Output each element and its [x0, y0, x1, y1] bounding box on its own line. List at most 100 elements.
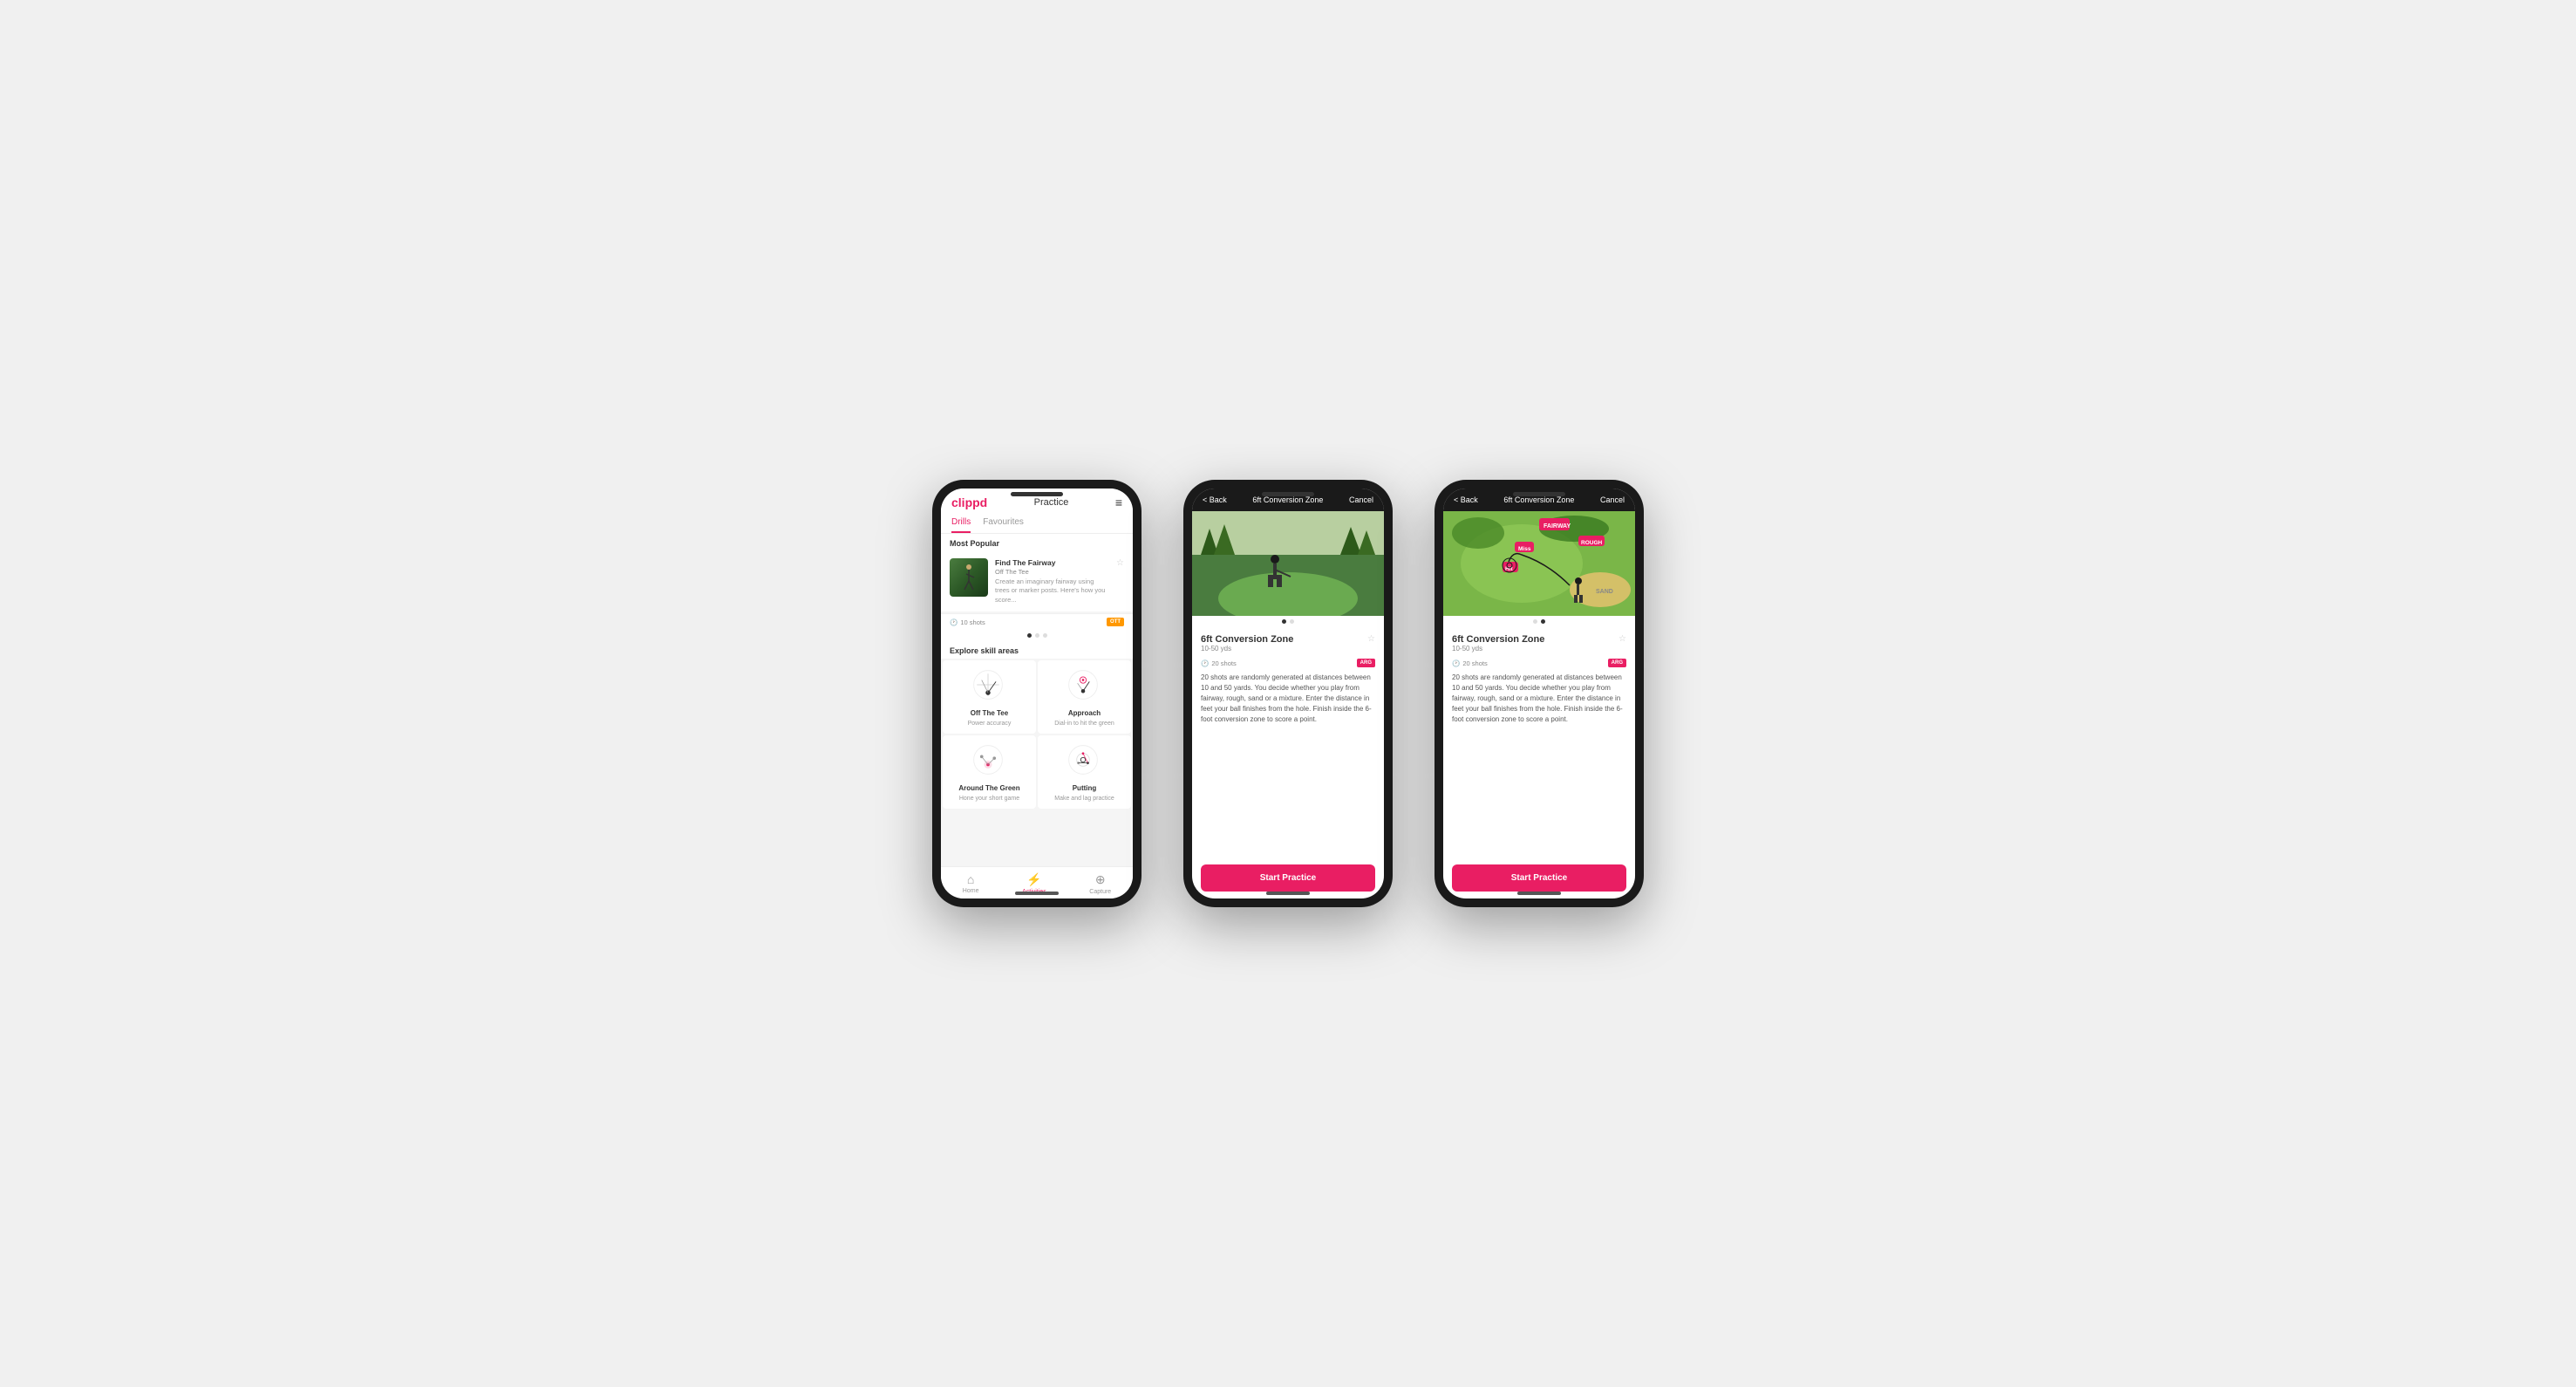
skill-icon-atg: [971, 742, 1009, 781]
skill-card-approach[interactable]: Approach Dial-in to hit the green: [1038, 660, 1131, 734]
skill-name-putting: Putting: [1073, 784, 1097, 792]
app-header: clippd Practice ≡: [941, 489, 1133, 513]
header-title: Practice: [1034, 497, 1069, 508]
nav-home-label: Home: [963, 888, 979, 894]
img-dot-2-3: [1541, 619, 1545, 624]
nav-activities[interactable]: ⚡ Activities: [1022, 872, 1046, 895]
skill-card-atg[interactable]: Around The Green Hone your short game: [943, 735, 1036, 809]
drill-name: Find The Fairway: [995, 558, 1109, 568]
image-dots-2: [1192, 616, 1384, 627]
skill-card-ott[interactable]: Off The Tee Power accuracy: [943, 660, 1036, 734]
skill-desc-putting: Make and lag practice: [1054, 796, 1114, 802]
detail-drill-range: 10-50 yds: [1201, 645, 1293, 653]
shots-count: 🕐 10 shots: [950, 618, 985, 626]
dot-3: [1043, 633, 1047, 638]
app-logo: clippd: [951, 495, 987, 509]
explore-label: Explore skill areas: [941, 641, 1133, 659]
drill-desc: Create an imaginary fairway using trees …: [995, 577, 1109, 605]
detail-header-3: < Back 6ft Conversion Zone Cancel: [1443, 489, 1635, 511]
detail-fav-icon[interactable]: ☆: [1367, 634, 1375, 644]
favourite-icon[interactable]: ☆: [1116, 558, 1124, 568]
svg-text:FAIRWAY: FAIRWAY: [1544, 523, 1571, 530]
drill-info: Find The Fairway Off The Tee Create an i…: [995, 558, 1109, 605]
detail-meta-row: 🕐 20 shots ARG: [1201, 659, 1375, 667]
skill-icon-putting: [1066, 742, 1104, 781]
detail-desc-2: 20 shots are randomly generated at dista…: [1201, 673, 1375, 725]
image-dots-3: [1443, 616, 1635, 627]
detail-title-3: 6ft Conversion Zone: [1503, 495, 1574, 504]
nav-home[interactable]: ⌂ Home: [963, 872, 979, 895]
drill-detail-3: 6ft Conversion Zone 10-50 yds ☆ 🕐 20 sho…: [1443, 627, 1635, 857]
arg-badge-2: ARG: [1357, 659, 1375, 667]
start-practice-button-3[interactable]: Start Practice: [1452, 864, 1626, 892]
phone-3-screen: < Back 6ft Conversion Zone Cancel SAND: [1443, 489, 1635, 898]
dot-2: [1035, 633, 1039, 638]
skill-name-approach: Approach: [1068, 709, 1101, 717]
cancel-button-3[interactable]: Cancel: [1600, 495, 1625, 504]
most-popular-label: Most Popular: [941, 534, 1133, 551]
golf-map-svg: SAND FAIRWAY ROUGH Miss Hit: [1443, 511, 1635, 616]
back-button-2[interactable]: < Back: [1203, 495, 1227, 504]
nav-activities-label: Activities: [1022, 889, 1046, 895]
detail-header-row: 6ft Conversion Zone 10-50 yds ☆: [1201, 634, 1375, 656]
menu-icon[interactable]: ≡: [1115, 495, 1122, 509]
detail-header-row-3: 6ft Conversion Zone 10-50 yds ☆: [1452, 634, 1626, 656]
skill-name-ott: Off The Tee: [971, 709, 1008, 717]
carousel-dots: [941, 630, 1133, 641]
detail-shots: 🕐 20 shots: [1201, 659, 1237, 667]
svg-text:Miss: Miss: [1518, 546, 1531, 552]
tab-favourites[interactable]: Favourites: [983, 513, 1024, 533]
nav-capture-label: Capture: [1089, 889, 1111, 895]
dot-1: [1027, 633, 1032, 638]
phone-2: < Back 6ft Conversion Zone Cancel: [1183, 480, 1393, 907]
clock-icon-2: 🕐: [1201, 659, 1209, 667]
clock-icon: 🕐: [950, 618, 957, 626]
phone-1: clippd Practice ≡ Drills Favourites Most…: [932, 480, 1141, 907]
featured-drill-card[interactable]: Find The Fairway Off The Tee Create an i…: [941, 551, 1133, 612]
drill-photo: [1192, 511, 1384, 616]
detail-shots-3: 🕐 20 shots: [1452, 659, 1488, 667]
detail-title-2: 6ft Conversion Zone: [1252, 495, 1323, 504]
bottom-nav: ⌂ Home ⚡ Activities ⊕ Capture: [941, 866, 1133, 898]
detail-header-2: < Back 6ft Conversion Zone Cancel: [1192, 489, 1384, 511]
capture-icon: ⊕: [1095, 872, 1106, 887]
start-practice-button-2[interactable]: Start Practice: [1201, 864, 1375, 892]
cancel-button-2[interactable]: Cancel: [1349, 495, 1373, 504]
drill-detail-2: 6ft Conversion Zone 10-50 yds ☆ 🕐 20 sho…: [1192, 627, 1384, 857]
drill-sub: Off The Tee: [995, 568, 1109, 577]
phone-1-screen: clippd Practice ≡ Drills Favourites Most…: [941, 489, 1133, 898]
detail-meta-row-3: 🕐 20 shots ARG: [1452, 659, 1626, 667]
skill-card-putting[interactable]: Putting Make and lag practice: [1038, 735, 1131, 809]
phone-2-screen: < Back 6ft Conversion Zone Cancel: [1192, 489, 1384, 898]
skill-desc-approach: Dial-in to hit the green: [1054, 721, 1114, 727]
skill-desc-atg: Hone your short game: [959, 796, 1019, 802]
drill-thumb-image: [950, 558, 988, 597]
content-area: Most Popular: [941, 534, 1133, 866]
svg-text:ROUGH: ROUGH: [1581, 540, 1603, 546]
skill-name-atg: Around The Green: [958, 784, 1019, 792]
detail-desc-3: 20 shots are randomly generated at dista…: [1452, 673, 1626, 725]
golfer-icon: [960, 564, 978, 591]
detail-drill-name: 6ft Conversion Zone: [1201, 634, 1293, 645]
back-button-3[interactable]: < Back: [1454, 495, 1478, 504]
skill-icon-ott: [971, 667, 1009, 706]
tabs-bar: Drills Favourites: [941, 513, 1133, 534]
svg-text:SAND: SAND: [1596, 589, 1613, 595]
img-dot-2-2: [1290, 619, 1294, 624]
drill-thumbnail: [950, 558, 988, 597]
ott-badge: OTT: [1107, 618, 1124, 626]
skill-icon-approach: [1066, 667, 1104, 706]
skill-grid: Off The Tee Power accuracy: [941, 659, 1133, 810]
nav-capture[interactable]: ⊕ Capture: [1089, 872, 1111, 895]
phone-3: < Back 6ft Conversion Zone Cancel SAND: [1435, 480, 1644, 907]
golf-photo-svg: [1192, 511, 1384, 616]
detail-fav-icon-3[interactable]: ☆: [1619, 634, 1626, 644]
tab-drills[interactable]: Drills: [951, 513, 971, 533]
phones-container: clippd Practice ≡ Drills Favourites Most…: [932, 480, 1644, 907]
arg-badge-3: ARG: [1608, 659, 1626, 667]
detail-drill-range-3: 10-50 yds: [1452, 645, 1544, 653]
skill-desc-ott: Power accuracy: [968, 721, 1012, 727]
drill-map: SAND FAIRWAY ROUGH Miss Hit: [1443, 511, 1635, 616]
activities-icon: ⚡: [1026, 872, 1041, 887]
drill-meta-row: 🕐 10 shots OTT: [941, 613, 1133, 630]
